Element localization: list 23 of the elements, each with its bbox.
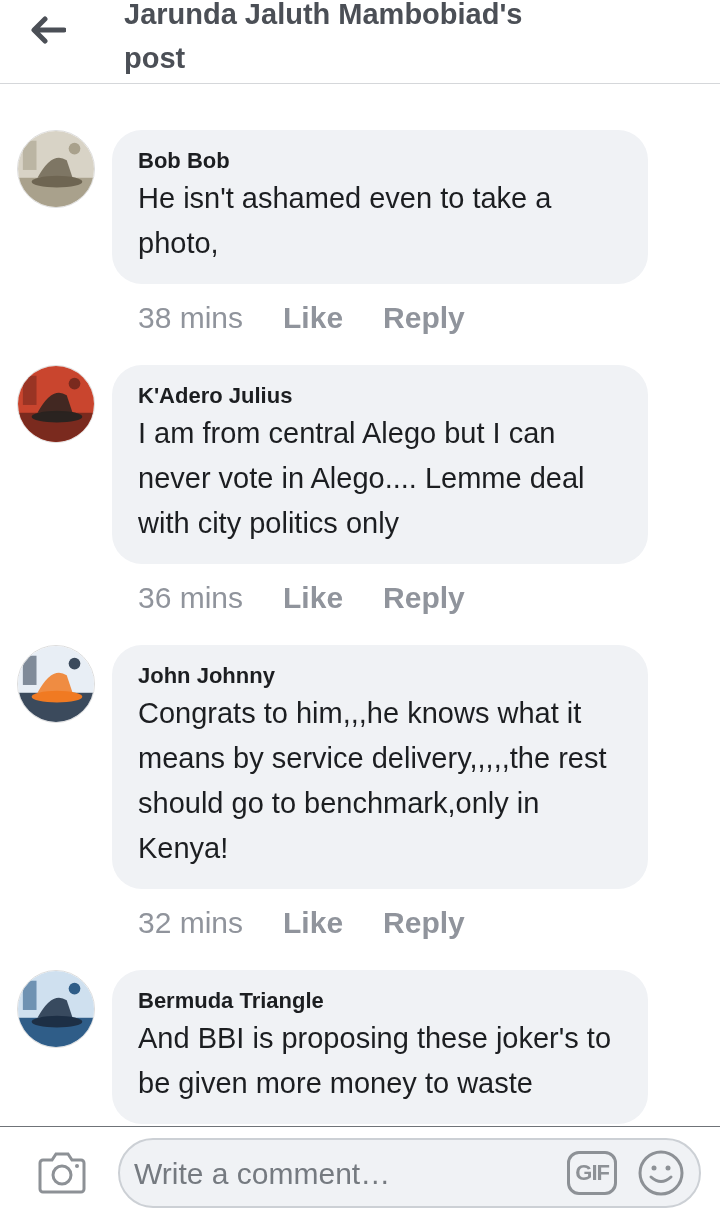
- gif-button[interactable]: GIF: [567, 1151, 617, 1195]
- comment-author[interactable]: Bob Bob: [138, 146, 618, 176]
- comment-text: He isn't ashamed even to take a photo,: [138, 181, 553, 261]
- comment-time: 36 mins: [138, 580, 244, 616]
- reply-button[interactable]: Reply: [383, 578, 465, 618]
- back-arrow-icon: [30, 16, 66, 44]
- post-title: Jarunda Jaluth Mambobiad's post: [124, 0, 524, 76]
- emoji-icon[interactable]: [637, 1149, 685, 1197]
- comment-time: 38 mins: [138, 300, 244, 336]
- like-button[interactable]: Like: [283, 903, 344, 943]
- comment-text: Congrats to him,,,he knows what it means by service delivery,,,,,the rest should go to benchmark,only in Kenya!: [138, 696, 608, 866]
- reply-button[interactable]: Reply: [383, 903, 465, 943]
- comment-author[interactable]: Bermuda Triangle: [138, 986, 618, 1016]
- comment-text: And BBI is proposing these joker's to be given more money to waste: [138, 1021, 613, 1101]
- reply-button[interactable]: Reply: [383, 298, 465, 338]
- like-button[interactable]: Like: [283, 578, 344, 618]
- comment-field[interactable]: Write a comment… GIF: [118, 1138, 701, 1208]
- like-button[interactable]: Like: [283, 298, 344, 338]
- comment-author[interactable]: John Johnny: [138, 661, 618, 691]
- comment-text: I am from central Alego but I can never vote in Alego.... Lemme deal with city politics only: [138, 416, 586, 541]
- comment-time: 32 mins: [138, 905, 244, 941]
- camera-icon[interactable]: [37, 1151, 87, 1195]
- comment-author[interactable]: K'Adero Julius: [138, 381, 618, 411]
